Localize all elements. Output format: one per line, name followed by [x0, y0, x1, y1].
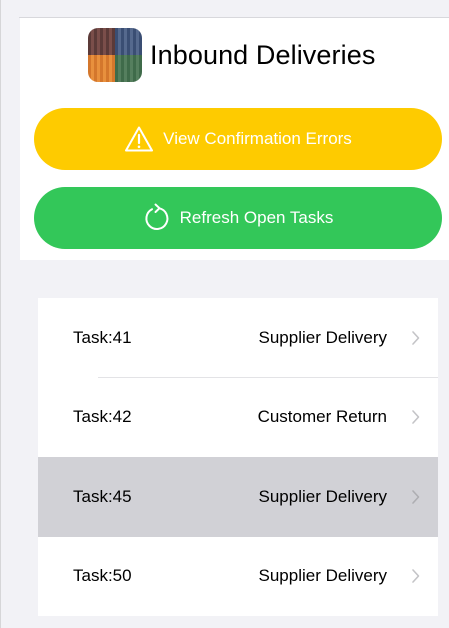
view-confirmation-errors-label: View Confirmation Errors — [163, 129, 352, 148]
chevron-right-icon — [411, 408, 421, 431]
app-window: Inbound Deliveries View Confirmation Err… — [0, 0, 449, 628]
task-id: Task:45 — [73, 486, 132, 506]
list-item[interactable]: Task:42 Customer Return — [38, 377, 438, 457]
delivery-type: Supplier Delivery — [258, 566, 388, 586]
chevron-right-icon — [411, 488, 421, 511]
refresh-icon — [143, 203, 171, 233]
warning-triangle-icon — [124, 125, 154, 153]
view-confirmation-errors-button[interactable]: View Confirmation Errors — [34, 108, 442, 170]
delivery-type: Customer Return — [257, 407, 387, 427]
list-item[interactable]: Task:45 Supplier Delivery — [38, 457, 438, 537]
chevron-right-icon — [411, 567, 421, 590]
page-title: Inbound Deliveries — [150, 39, 376, 70]
chevron-right-icon — [411, 329, 421, 352]
task-list: Task:41 Supplier Delivery Task:42 Custom… — [38, 298, 438, 616]
shipping-containers-icon — [88, 28, 142, 82]
task-id: Task:41 — [73, 327, 132, 347]
title-row: Inbound Deliveries — [88, 28, 375, 82]
delivery-type: Supplier Delivery — [258, 486, 388, 506]
refresh-open-tasks-label: Refresh Open Tasks — [179, 208, 334, 227]
task-id: Task:50 — [73, 566, 132, 586]
delivery-type: Supplier Delivery — [258, 327, 388, 347]
list-item[interactable]: Task:50 Supplier Delivery — [38, 536, 438, 616]
task-id: Task:42 — [73, 407, 132, 427]
refresh-open-tasks-button[interactable]: Refresh Open Tasks — [34, 187, 442, 249]
list-item[interactable]: Task:41 Supplier Delivery — [38, 298, 438, 378]
